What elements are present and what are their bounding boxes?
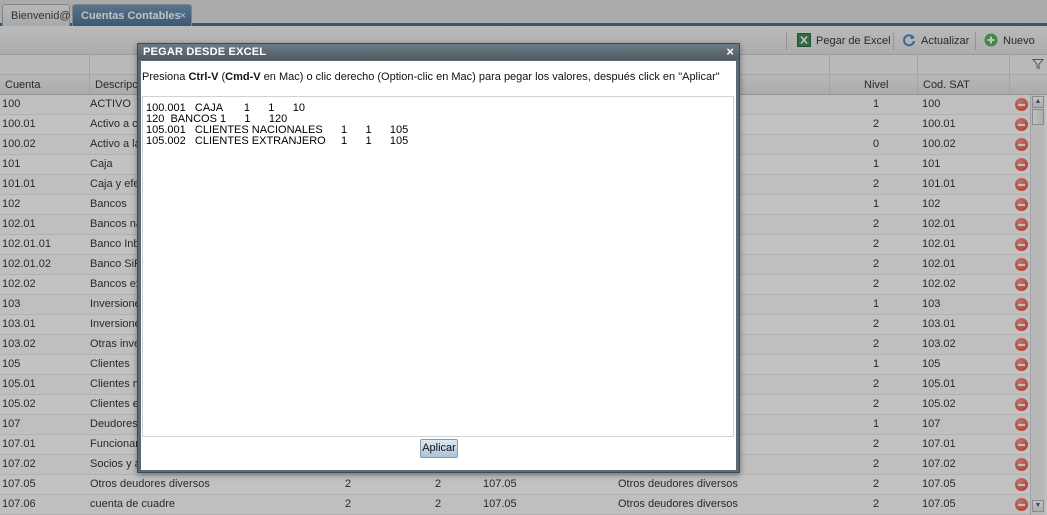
dialog-body: Presiona Ctrl-V (Cmd-V en Mac) o clic de…: [141, 61, 736, 470]
instructions: Presiona Ctrl-V (Cmd-V en Mac) o clic de…: [142, 71, 732, 83]
pasted-line: 105.002 CLIENTES EXTRANJERO 1 1 105: [146, 135, 409, 147]
paste-textarea[interactable]: 100.001 CAJA 1 1 10 120 BANCOS 1 1 120 1…: [142, 96, 734, 437]
instr-key: Ctrl-V: [188, 71, 219, 83]
paste-from-excel-dialog: PEGAR DESDE EXCEL × Presiona Ctrl-V (Cmd…: [137, 43, 740, 473]
dialog-title-text: PEGAR DESDE EXCEL: [143, 46, 267, 58]
instr-part: en Mac) o clic derecho (Option-clic en M…: [260, 71, 720, 83]
apply-button[interactable]: Aplicar: [420, 439, 458, 458]
instr-key: Cmd-V: [225, 71, 261, 83]
dialog-close-icon[interactable]: ×: [726, 44, 734, 60]
dialog-title: PEGAR DESDE EXCEL: [138, 44, 739, 60]
instr-part: Presiona: [142, 71, 189, 83]
